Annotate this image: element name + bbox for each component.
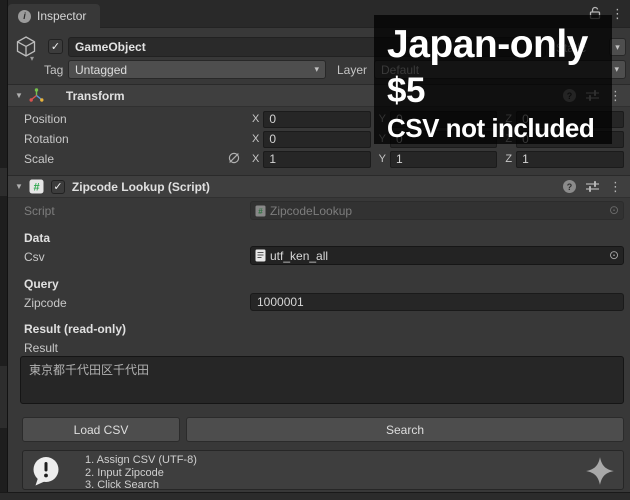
script-label: Script	[24, 204, 55, 218]
axis-x-label: X	[252, 153, 260, 165]
foldout-icon[interactable]: ▼	[15, 182, 23, 191]
transform-icon	[29, 88, 44, 102]
scale-constrain-icon[interactable]	[227, 151, 241, 165]
tag-value: Untagged	[75, 62, 128, 77]
script-value: ZipcodeLookup	[270, 203, 353, 218]
component-menu-icon[interactable]: ⋮	[609, 180, 622, 193]
help-line: 3. Click Search	[85, 479, 159, 491]
zipcode-input[interactable]	[250, 293, 624, 311]
watermark-line: $5	[387, 71, 425, 110]
search-button[interactable]: Search	[186, 417, 624, 442]
help-box: 1. Assign CSV (UTF-8) 2. Input Zipcode 3…	[22, 450, 624, 491]
scale-x-field[interactable]: 1	[263, 150, 371, 168]
csharp-script-icon: #	[29, 179, 44, 194]
warning-bubble-icon	[33, 457, 59, 486]
foldout-icon[interactable]: ▼	[15, 91, 23, 100]
csv-object-field[interactable]: utf_ken_all ⊙	[250, 246, 624, 265]
csv-value: utf_ken_all	[270, 248, 329, 263]
object-picker-icon[interactable]: ⊙	[609, 203, 619, 217]
scale-vector: X 1 Y 1 Z 1	[252, 150, 625, 168]
gameobject-icon-dropdown-arrow[interactable]: ▾	[30, 54, 34, 63]
script-object-field[interactable]: # ZipcodeLookup ⊙	[250, 201, 624, 220]
svg-text:#: #	[258, 207, 263, 216]
zipcode-component-title: Zipcode Lookup (Script)	[71, 179, 210, 194]
tab-inspector[interactable]: i Inspector	[8, 4, 101, 28]
unity-inspector-window: i Inspector ⋮ ▾ ✓ GameObject Static ▾ Ta…	[0, 0, 630, 500]
help-icon[interactable]: ?	[563, 180, 576, 193]
check-icon: ✓	[50, 41, 61, 53]
axis-x-label: X	[252, 113, 260, 125]
watermark-line: CSV not included	[387, 113, 595, 143]
bottom-panel-edge	[0, 492, 630, 500]
query-section-header: Query	[24, 277, 59, 291]
axis-z-label: Z	[505, 153, 513, 165]
load-csv-button[interactable]: Load CSV	[22, 417, 180, 442]
svg-text:#: #	[33, 181, 39, 193]
chevron-down-icon: ▾	[314, 64, 319, 74]
layer-label: Layer	[337, 63, 368, 77]
axis-y-label: Y	[378, 153, 387, 165]
tag-dropdown[interactable]: Untagged ▾	[68, 60, 326, 79]
window-menu-icon[interactable]: ⋮	[611, 7, 624, 20]
scale-label: Scale	[24, 152, 55, 166]
zipcode-component-header[interactable]: ▼ # ✓ Zipcode Lookup (Script) ? ⋮	[8, 175, 630, 198]
tag-label: Tag	[44, 63, 64, 77]
result-section-header: Result (read-only)	[24, 322, 127, 336]
check-icon: ✓	[53, 181, 63, 193]
left-panel-edge-segment	[0, 168, 7, 196]
presets-icon[interactable]	[585, 180, 600, 193]
help-line: 1. Assign CSV (UTF-8)	[85, 454, 197, 466]
rotation-label: Rotation	[24, 132, 69, 146]
gameobject-cube-icon[interactable]	[13, 34, 39, 60]
chevron-down-icon: ▾	[614, 64, 619, 74]
component-enabled-checkbox[interactable]: ✓	[50, 179, 65, 194]
position-label: Position	[24, 112, 67, 126]
left-panel-edge-segment	[0, 366, 7, 428]
axis-x-label: X	[252, 133, 260, 145]
transform-title: Transform	[65, 88, 125, 103]
position-x-field[interactable]: 0	[263, 110, 371, 128]
watermark-overlay: Japan-only $5 CSV not included	[374, 15, 612, 144]
tab-inspector-label: Inspector	[37, 9, 87, 23]
text-asset-icon	[255, 249, 266, 262]
info-icon: i	[18, 9, 31, 23]
scale-z-field[interactable]: 1	[516, 150, 625, 168]
watermark-line: Japan-only	[387, 23, 588, 66]
csv-label: Csv	[24, 250, 45, 264]
object-picker-icon[interactable]: ⊙	[609, 248, 619, 262]
data-section-header: Data	[24, 231, 51, 245]
help-line: 2. Input Zipcode	[85, 466, 164, 479]
sparkle-icon	[586, 457, 614, 485]
zipcode-label: Zipcode	[24, 296, 67, 310]
result-label: Result	[24, 341, 59, 355]
rotation-x-field[interactable]: 0	[263, 130, 371, 148]
chevron-down-icon: ▾	[615, 41, 620, 52]
left-panel-edge	[0, 0, 8, 500]
gameobject-active-checkbox[interactable]: ✓	[48, 39, 63, 54]
scale-y-field[interactable]: 1	[390, 150, 498, 168]
result-textarea[interactable]: 東京都千代田区千代田	[20, 356, 624, 404]
csharp-script-icon: #	[255, 205, 266, 216]
